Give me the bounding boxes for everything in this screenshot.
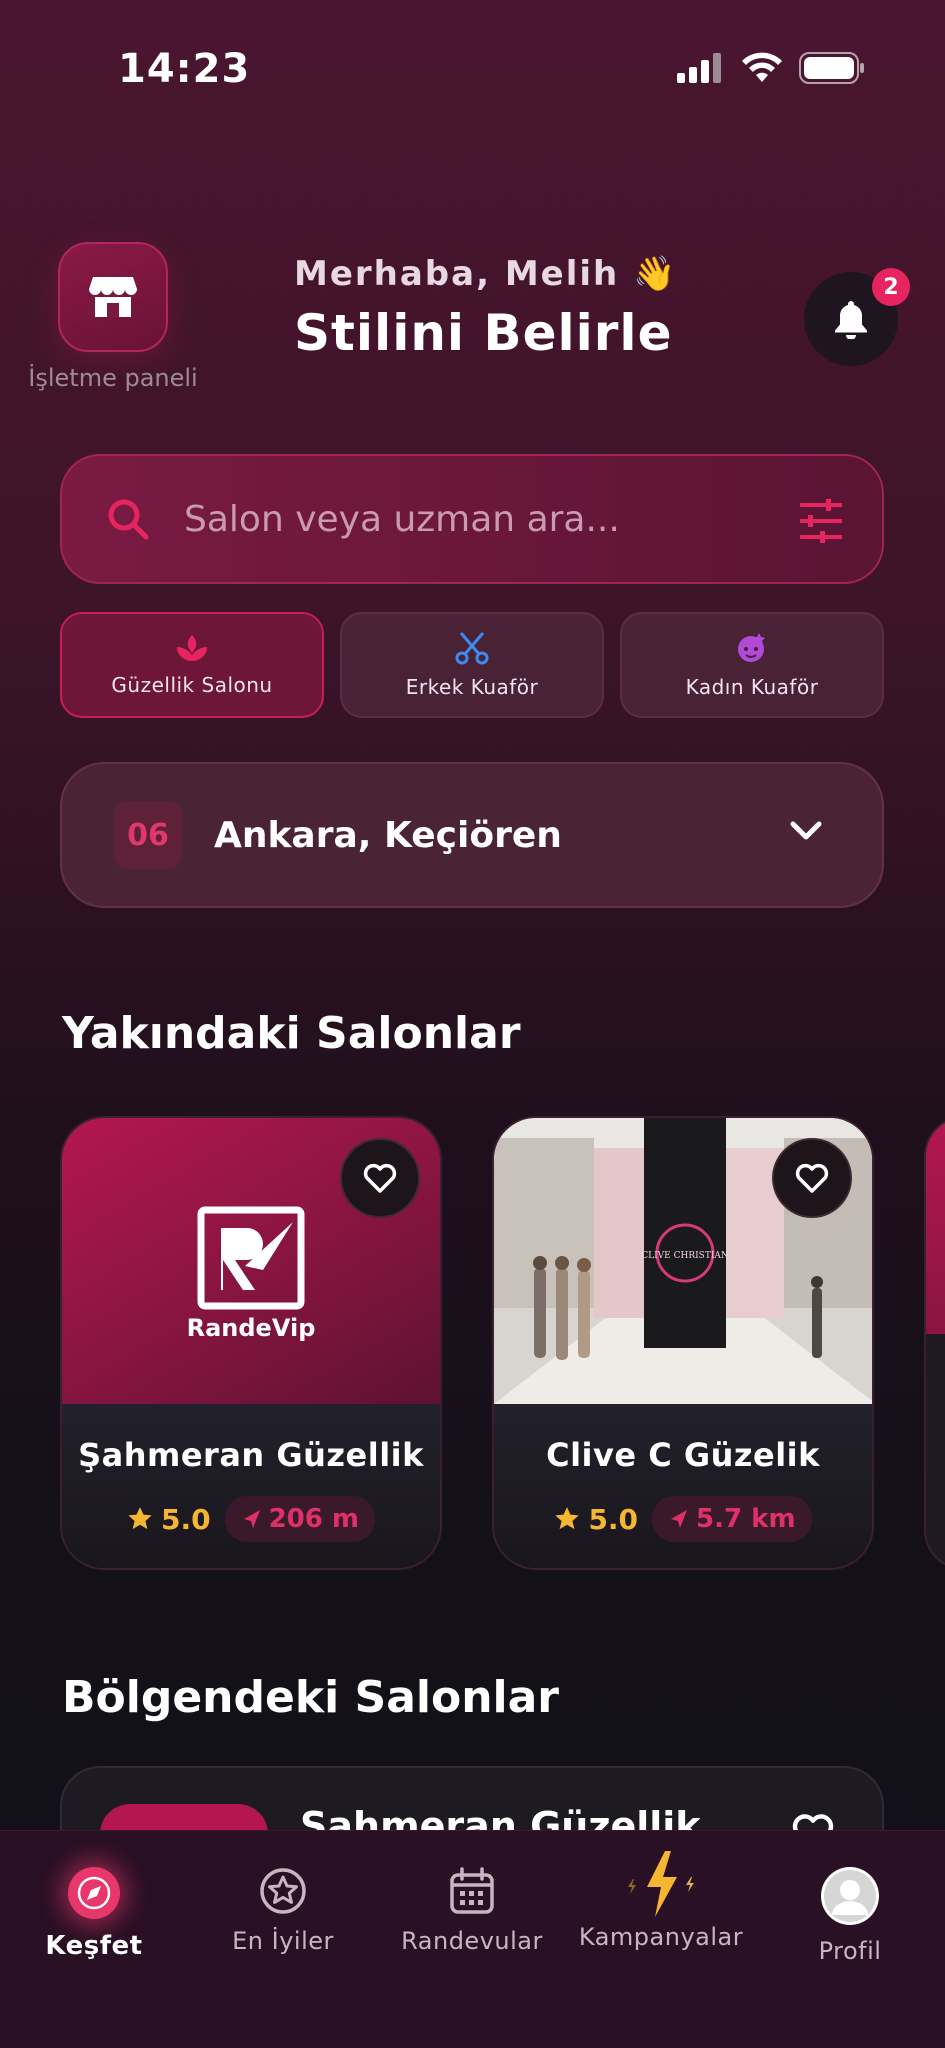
favorite-button[interactable]	[772, 1138, 852, 1218]
salon-card[interactable]: CLIVE CHRISTIAN Clive C Güzelik 5.0 5.7 …	[492, 1116, 874, 1570]
scissors-icon	[455, 632, 489, 665]
face-icon	[738, 633, 765, 662]
battery-icon	[799, 52, 864, 84]
search-icon	[108, 499, 149, 540]
star-icon	[128, 1507, 152, 1530]
navigation-arrow-icon	[243, 1510, 260, 1528]
salon-card[interactable]: RandeVip Şahmeran Güzellik 5.0 206 m	[60, 1116, 442, 1570]
distance-value: 206 m	[268, 1504, 360, 1534]
nearby-section-title: Yakındaki Salonlar	[62, 1008, 521, 1059]
heart-icon	[363, 1163, 397, 1193]
favorite-button[interactable]	[340, 1138, 420, 1218]
salon-card-body: Şahmeran Güzellik 5.0 206 m	[62, 1404, 440, 1568]
tab-label: En İyiler	[232, 1927, 334, 1955]
distance-value: 5.7 km	[696, 1504, 796, 1534]
salon-card-peek[interactable]	[924, 1116, 945, 1570]
navigation-arrow-icon	[671, 1510, 688, 1528]
chevron-down-icon	[790, 821, 822, 840]
search-input[interactable]	[184, 498, 764, 540]
status-time: 14:23	[118, 46, 251, 92]
randevip-logo-icon	[197, 1206, 305, 1310]
category-guzellik-salonu[interactable]: Güzellik Salonu	[60, 612, 324, 718]
notification-badge: 2	[872, 268, 910, 306]
tab-randevular[interactable]: Randevular	[382, 1867, 562, 1955]
heart-icon	[795, 1163, 829, 1193]
category-list: Güzellik Salonu Erkek Kuaför Kadın Kuafö…	[60, 612, 884, 718]
filter-sliders-icon[interactable]	[798, 499, 844, 543]
star-badge-icon	[260, 1868, 306, 1914]
store-sign-text: CLIVE CHRISTIAN	[641, 1251, 729, 1261]
category-erkek-kuafor[interactable]: Erkek Kuaför	[340, 612, 604, 718]
salon-rating: 5.0	[127, 1503, 211, 1536]
category-kadin-kuafor[interactable]: Kadın Kuaför	[620, 612, 884, 718]
city-code: 06	[114, 801, 182, 869]
category-label: Güzellik Salonu	[111, 673, 273, 697]
rating-value: 5.0	[160, 1502, 211, 1536]
category-label: Erkek Kuaför	[405, 675, 539, 699]
star-icon	[555, 1507, 580, 1530]
randevip-logo-text: RandeVip	[186, 1314, 316, 1342]
salon-card-image: CLIVE CHRISTIAN	[494, 1118, 872, 1404]
salon-distance: 206 m	[224, 1496, 376, 1542]
status-icons	[677, 52, 865, 84]
salon-meta: 5.0 206 m	[62, 1496, 440, 1542]
location-name: Ankara, Keçiören	[214, 814, 562, 856]
status-bar: 14:23	[0, 0, 945, 140]
lotus-icon	[177, 635, 207, 661]
calendar-icon	[450, 1867, 494, 1914]
tab-en-iyiler[interactable]: En İyiler	[193, 1867, 373, 1955]
salon-name: Clive C Güzelik	[546, 1436, 820, 1474]
salon-distance: 5.7 km	[652, 1496, 812, 1542]
business-panel-label: İşletme paneli	[28, 364, 198, 392]
region-section-title: Bölgendeki Salonlar	[62, 1672, 559, 1723]
salon-card-image: RandeVip	[62, 1118, 440, 1404]
category-label: Kadın Kuaför	[685, 675, 819, 699]
salon-name: Şahmeran Güzellik	[78, 1436, 424, 1474]
bottom-tab-bar: Keşfet En İyiler Randevular Kampanyalar	[0, 1830, 945, 2048]
wifi-icon	[742, 52, 782, 82]
location-selector[interactable]: 06 Ankara, Keçiören	[60, 762, 884, 908]
rating-value: 5.0	[588, 1502, 639, 1536]
lightning-icon	[628, 1851, 694, 1917]
tab-label: Kampanyalar	[578, 1923, 744, 1951]
tab-kesfet[interactable]: Keşfet	[4, 1867, 184, 1961]
tab-label: Randevular	[401, 1927, 543, 1955]
tab-label: Keşfet	[45, 1931, 143, 1961]
tab-profil[interactable]: Profil	[760, 1867, 940, 1965]
avatar-icon	[821, 1867, 879, 1925]
cellular-signal-icon	[677, 53, 721, 83]
salon-rating: 5.0	[554, 1503, 638, 1536]
storefront-icon	[89, 277, 137, 317]
salon-meta: 5.0 5.7 km	[494, 1496, 872, 1542]
business-panel-button[interactable]	[58, 242, 168, 352]
tab-label: Profil	[818, 1937, 882, 1965]
compass-icon	[68, 1867, 120, 1919]
search-bar[interactable]	[60, 454, 884, 584]
randevip-logo: RandeVip	[186, 1206, 316, 1342]
greeting-text: Merhaba, Melih 👋	[294, 254, 678, 294]
page-title: Stilini Belirle	[294, 304, 673, 362]
salon-card-body: Clive C Güzelik 5.0 5.7 km	[494, 1404, 872, 1568]
tab-kampanyalar[interactable]: Kampanyalar	[571, 1849, 751, 1951]
bell-icon	[835, 301, 867, 339]
